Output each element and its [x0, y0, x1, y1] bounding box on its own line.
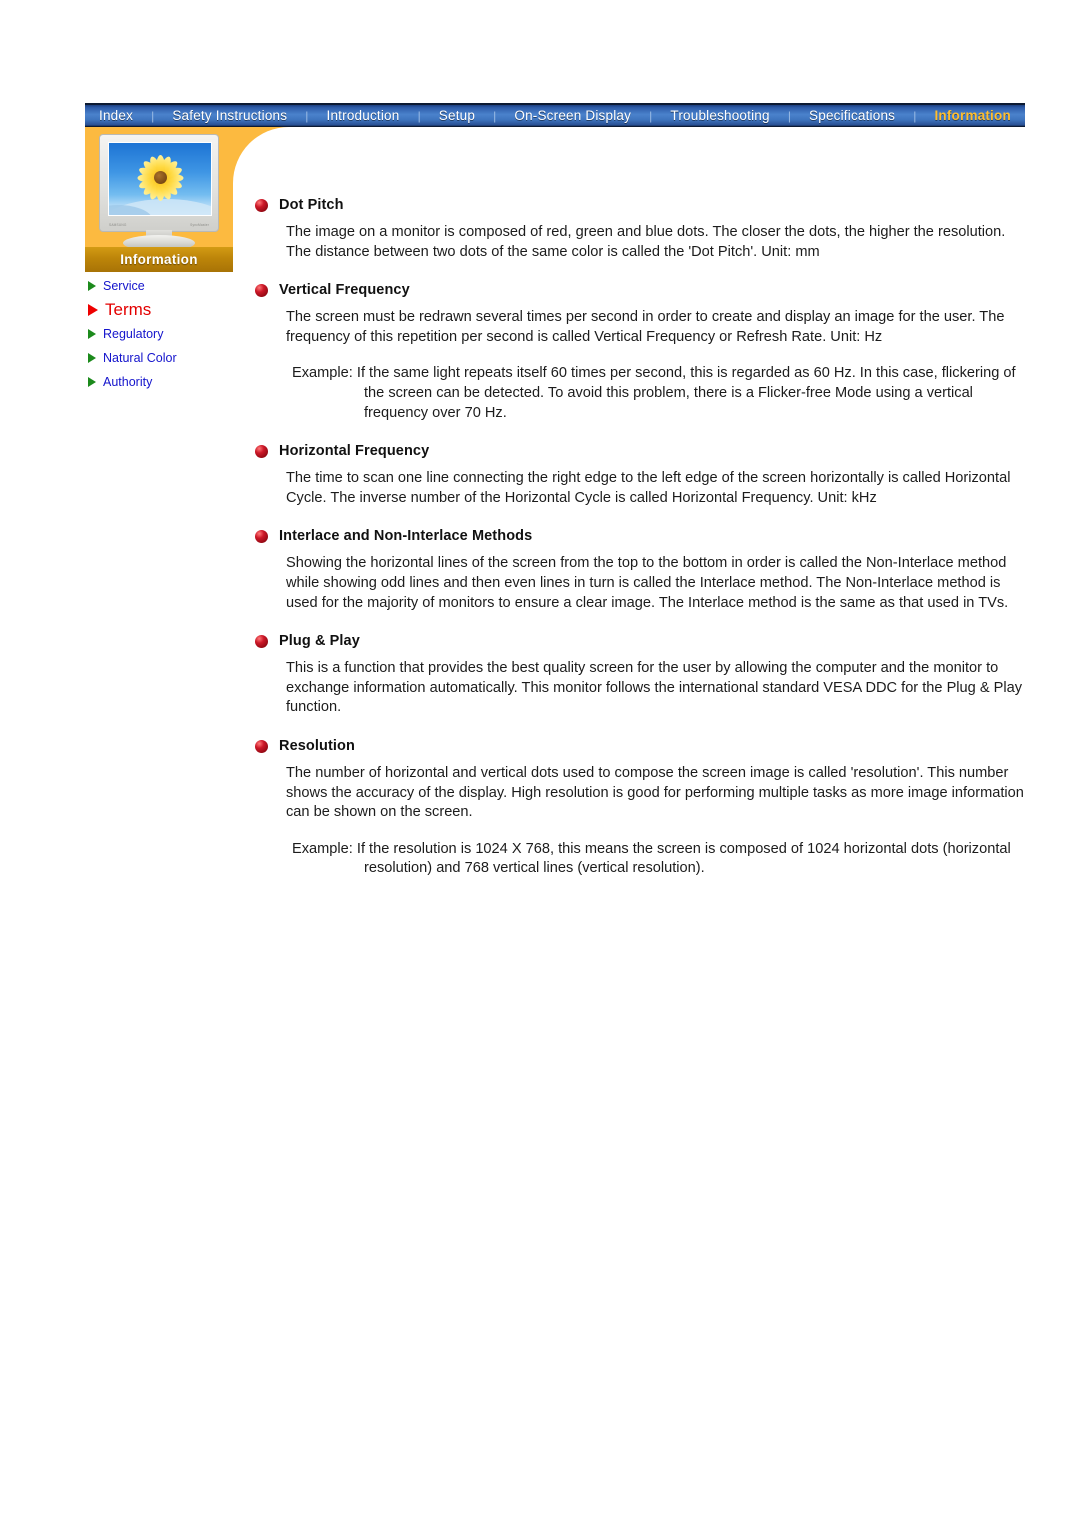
red-sphere-bullet-icon	[255, 530, 268, 544]
section-title: Plug & Play	[279, 633, 360, 650]
sidebar-item-label: Service	[103, 279, 145, 293]
section-body-text: Showing the horizontal lines of the scre…	[286, 555, 1009, 611]
content-section: Interlace and Non-Interlace Methods Showi…	[255, 527, 1025, 613]
triangle-bullet-icon	[88, 329, 96, 339]
red-sphere-bullet-icon	[255, 445, 268, 459]
section-body-text: The screen must be redrawn several times…	[286, 309, 1005, 345]
monitor-bezel: SAMSUNG SyncMaster	[99, 134, 219, 232]
triangle-bullet-icon	[88, 353, 96, 363]
section-heading: Interlace and Non-Interlace Methods	[255, 527, 1025, 545]
sidebar-item-authority[interactable]: Authority	[85, 370, 245, 394]
section-heading: Vertical Frequency	[255, 281, 1025, 299]
sidebar-item-label: Regulatory	[103, 327, 164, 341]
sidebar-item-label: Terms	[105, 300, 152, 319]
nav-separator: |	[151, 108, 155, 123]
sidebar-section-header: Information	[85, 247, 233, 272]
nav-separator: |	[493, 108, 497, 123]
section-body-text: The image on a monitor is composed of re…	[286, 224, 1006, 260]
red-sphere-bullet-icon	[255, 739, 268, 753]
monitor-brand-right: SyncMaster	[190, 223, 209, 227]
section-title: Horizontal Frequency	[279, 443, 430, 460]
triangle-bullet-icon	[88, 281, 96, 291]
section-example-text: Example: If the same light repeats itsel…	[292, 365, 1016, 421]
monitor-screen	[108, 142, 212, 216]
content-section: Resolution The number of horizontal and v…	[255, 737, 1025, 879]
nav-item-information[interactable]: Information	[930, 108, 1014, 123]
nav-item-specifications[interactable]: Specifications	[805, 108, 899, 123]
section-heading: Dot Pitch	[255, 196, 1025, 214]
content-section: Plug & Play This is a function that provi…	[255, 632, 1025, 718]
sidebar-item-label: Authority	[103, 375, 153, 389]
red-sphere-bullet-icon	[255, 635, 268, 649]
nav-item-safety-instructions[interactable]: Safety Instructions	[168, 108, 291, 123]
triangle-bullet-icon	[88, 304, 98, 316]
content-section: Dot Pitch The image on a monitor is compo…	[255, 196, 1025, 262]
section-title: Resolution	[279, 737, 355, 754]
red-sphere-bullet-icon	[255, 284, 268, 298]
nav-item-setup[interactable]: Setup	[435, 108, 479, 123]
nav-separator: |	[417, 108, 421, 123]
red-sphere-bullet-icon	[255, 199, 268, 212]
section-heading: Plug & Play	[255, 632, 1025, 650]
nav-separator: |	[913, 108, 917, 123]
sunflower-icon	[133, 151, 187, 205]
sidebar-item-terms[interactable]: Terms	[85, 298, 245, 322]
section-title: Vertical Frequency	[279, 282, 410, 299]
sidebar-item-service[interactable]: Service	[85, 274, 245, 298]
monitor-product-image: SAMSUNG SyncMaster	[99, 134, 219, 251]
section-title: Interlace and Non-Interlace Methods	[279, 528, 533, 545]
section-title: Dot Pitch	[279, 197, 344, 213]
content-section: Horizontal Frequency The time to scan one…	[255, 442, 1025, 508]
nav-item-on-screen-display[interactable]: On-Screen Display	[510, 108, 635, 123]
section-heading: Resolution	[255, 737, 1025, 755]
sidebar-section-label: Information	[120, 252, 198, 267]
nav-item-index[interactable]: Index	[95, 108, 137, 123]
section-body-text: The time to scan one line connecting the…	[286, 470, 1011, 506]
top-navigation-bar: Index | Safety Instructions | Introduction | S…	[85, 103, 1025, 127]
content-section: Vertical Frequency The screen must be red…	[255, 281, 1025, 423]
sunflower-core	[153, 171, 167, 185]
sidebar-menu: Service Terms Regulatory Natural Color Autho…	[85, 274, 245, 394]
nav-separator: |	[649, 108, 653, 123]
section-example-text: Example: If the resolution is 1024 X 768…	[292, 840, 1011, 877]
main-content: Dot Pitch The image on a monitor is compo…	[255, 196, 1025, 879]
sidebar-item-label: Natural Color	[103, 351, 177, 365]
sidebar-item-natural-color[interactable]: Natural Color	[85, 346, 245, 370]
section-heading: Horizontal Frequency	[255, 442, 1025, 460]
nav-separator: |	[787, 108, 791, 123]
monitor-brand-left: SAMSUNG	[109, 223, 127, 227]
section-body-text: The number of horizontal and vertical do…	[286, 764, 1024, 821]
section-body-text: This is a function that provides the bes…	[286, 660, 1023, 716]
nav-item-introduction[interactable]: Introduction	[323, 108, 404, 123]
triangle-bullet-icon	[88, 377, 96, 387]
nav-item-troubleshooting[interactable]: Troubleshooting	[666, 108, 773, 123]
sidebar-corner-curve	[233, 127, 289, 183]
sidebar-item-regulatory[interactable]: Regulatory	[85, 322, 245, 346]
nav-separator: |	[305, 108, 309, 123]
